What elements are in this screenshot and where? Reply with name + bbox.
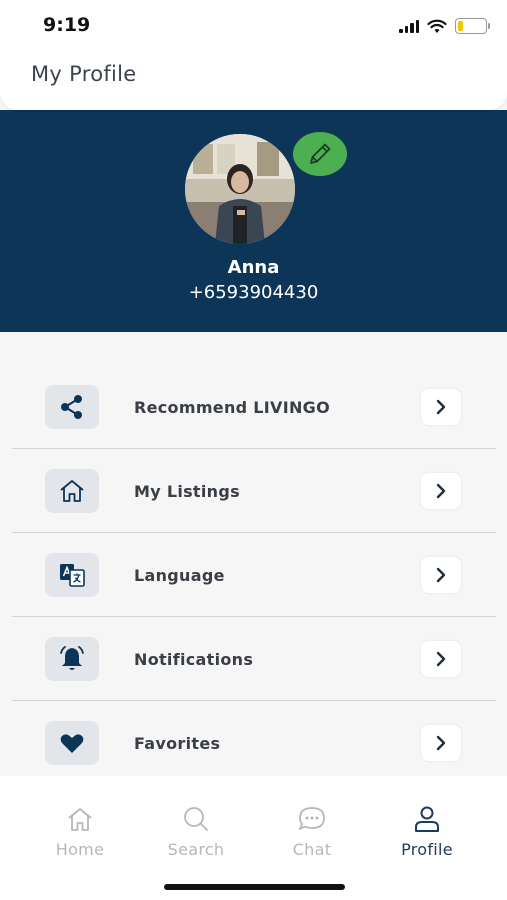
nav-chat[interactable]: Chat <box>262 804 362 859</box>
chevron-button[interactable] <box>421 389 461 425</box>
nav-label: Profile <box>401 840 453 859</box>
menu-icon-box <box>45 553 99 597</box>
header-card: 9:19 My Profile <box>0 0 507 110</box>
bell-icon <box>60 646 84 670</box>
menu-icon-box <box>45 385 99 429</box>
chevron-right-icon <box>436 735 446 751</box>
pencil-icon <box>310 143 331 164</box>
chevron-button[interactable] <box>421 725 461 761</box>
nav-profile[interactable]: Profile <box>377 804 477 859</box>
battery-level <box>458 21 464 31</box>
menu-item-recommend[interactable]: Recommend LIVINGO <box>12 365 496 449</box>
status-time: 9:19 <box>43 14 91 36</box>
menu-label: Notifications <box>134 650 254 669</box>
profile-phone: +6593904430 <box>188 282 319 303</box>
bottom-nav: Home Search Chat Profile <box>0 776 507 900</box>
chevron-button[interactable] <box>421 473 461 509</box>
cellular-signal-icon <box>399 19 419 33</box>
menu-item-favorites[interactable]: Favorites <box>12 701 496 785</box>
edit-profile-button[interactable] <box>293 132 347 176</box>
nav-label: Chat <box>292 840 332 859</box>
page-title: My Profile <box>31 62 137 86</box>
home-icon <box>60 480 84 502</box>
menu-label: My Listings <box>134 482 240 501</box>
chevron-button[interactable] <box>421 641 461 677</box>
share-icon <box>61 395 82 419</box>
chevron-right-icon <box>436 567 446 583</box>
menu-item-my-listings[interactable]: My Listings <box>12 449 496 533</box>
status-icons <box>399 16 490 36</box>
menu-item-language[interactable]: Language <box>12 533 496 617</box>
profile-name: Anna <box>227 257 280 278</box>
chevron-right-icon <box>436 483 446 499</box>
menu-item-notifications[interactable]: Notifications <box>12 617 496 701</box>
profile-menu: Recommend LIVINGO My Listings Language N… <box>12 365 496 785</box>
chevron-button[interactable] <box>421 557 461 593</box>
home-indicator <box>164 884 345 890</box>
menu-icon-box <box>45 637 99 681</box>
user-icon <box>415 806 439 832</box>
avatar-photo <box>185 134 295 244</box>
battery-icon <box>455 18 490 34</box>
menu-icon-box <box>45 469 99 513</box>
chevron-right-icon <box>436 651 446 667</box>
heart-icon <box>60 734 84 753</box>
avatar[interactable] <box>185 134 295 244</box>
menu-label: Language <box>134 566 225 585</box>
nav-home[interactable]: Home <box>30 804 130 859</box>
avatar-container[interactable] <box>185 134 295 244</box>
chat-icon <box>299 807 325 830</box>
menu-label: Favorites <box>134 734 221 753</box>
wifi-icon <box>427 19 447 33</box>
menu-label: Recommend LIVINGO <box>134 398 330 417</box>
nav-label: Home <box>55 840 105 859</box>
nav-label: Search <box>167 840 225 859</box>
search-icon <box>184 807 208 831</box>
translate-icon <box>60 564 85 587</box>
chevron-right-icon <box>436 399 446 415</box>
home-outline-icon <box>68 808 92 831</box>
nav-search[interactable]: Search <box>146 804 246 859</box>
profile-banner: Anna +6593904430 <box>0 110 507 332</box>
menu-icon-box <box>45 721 99 765</box>
